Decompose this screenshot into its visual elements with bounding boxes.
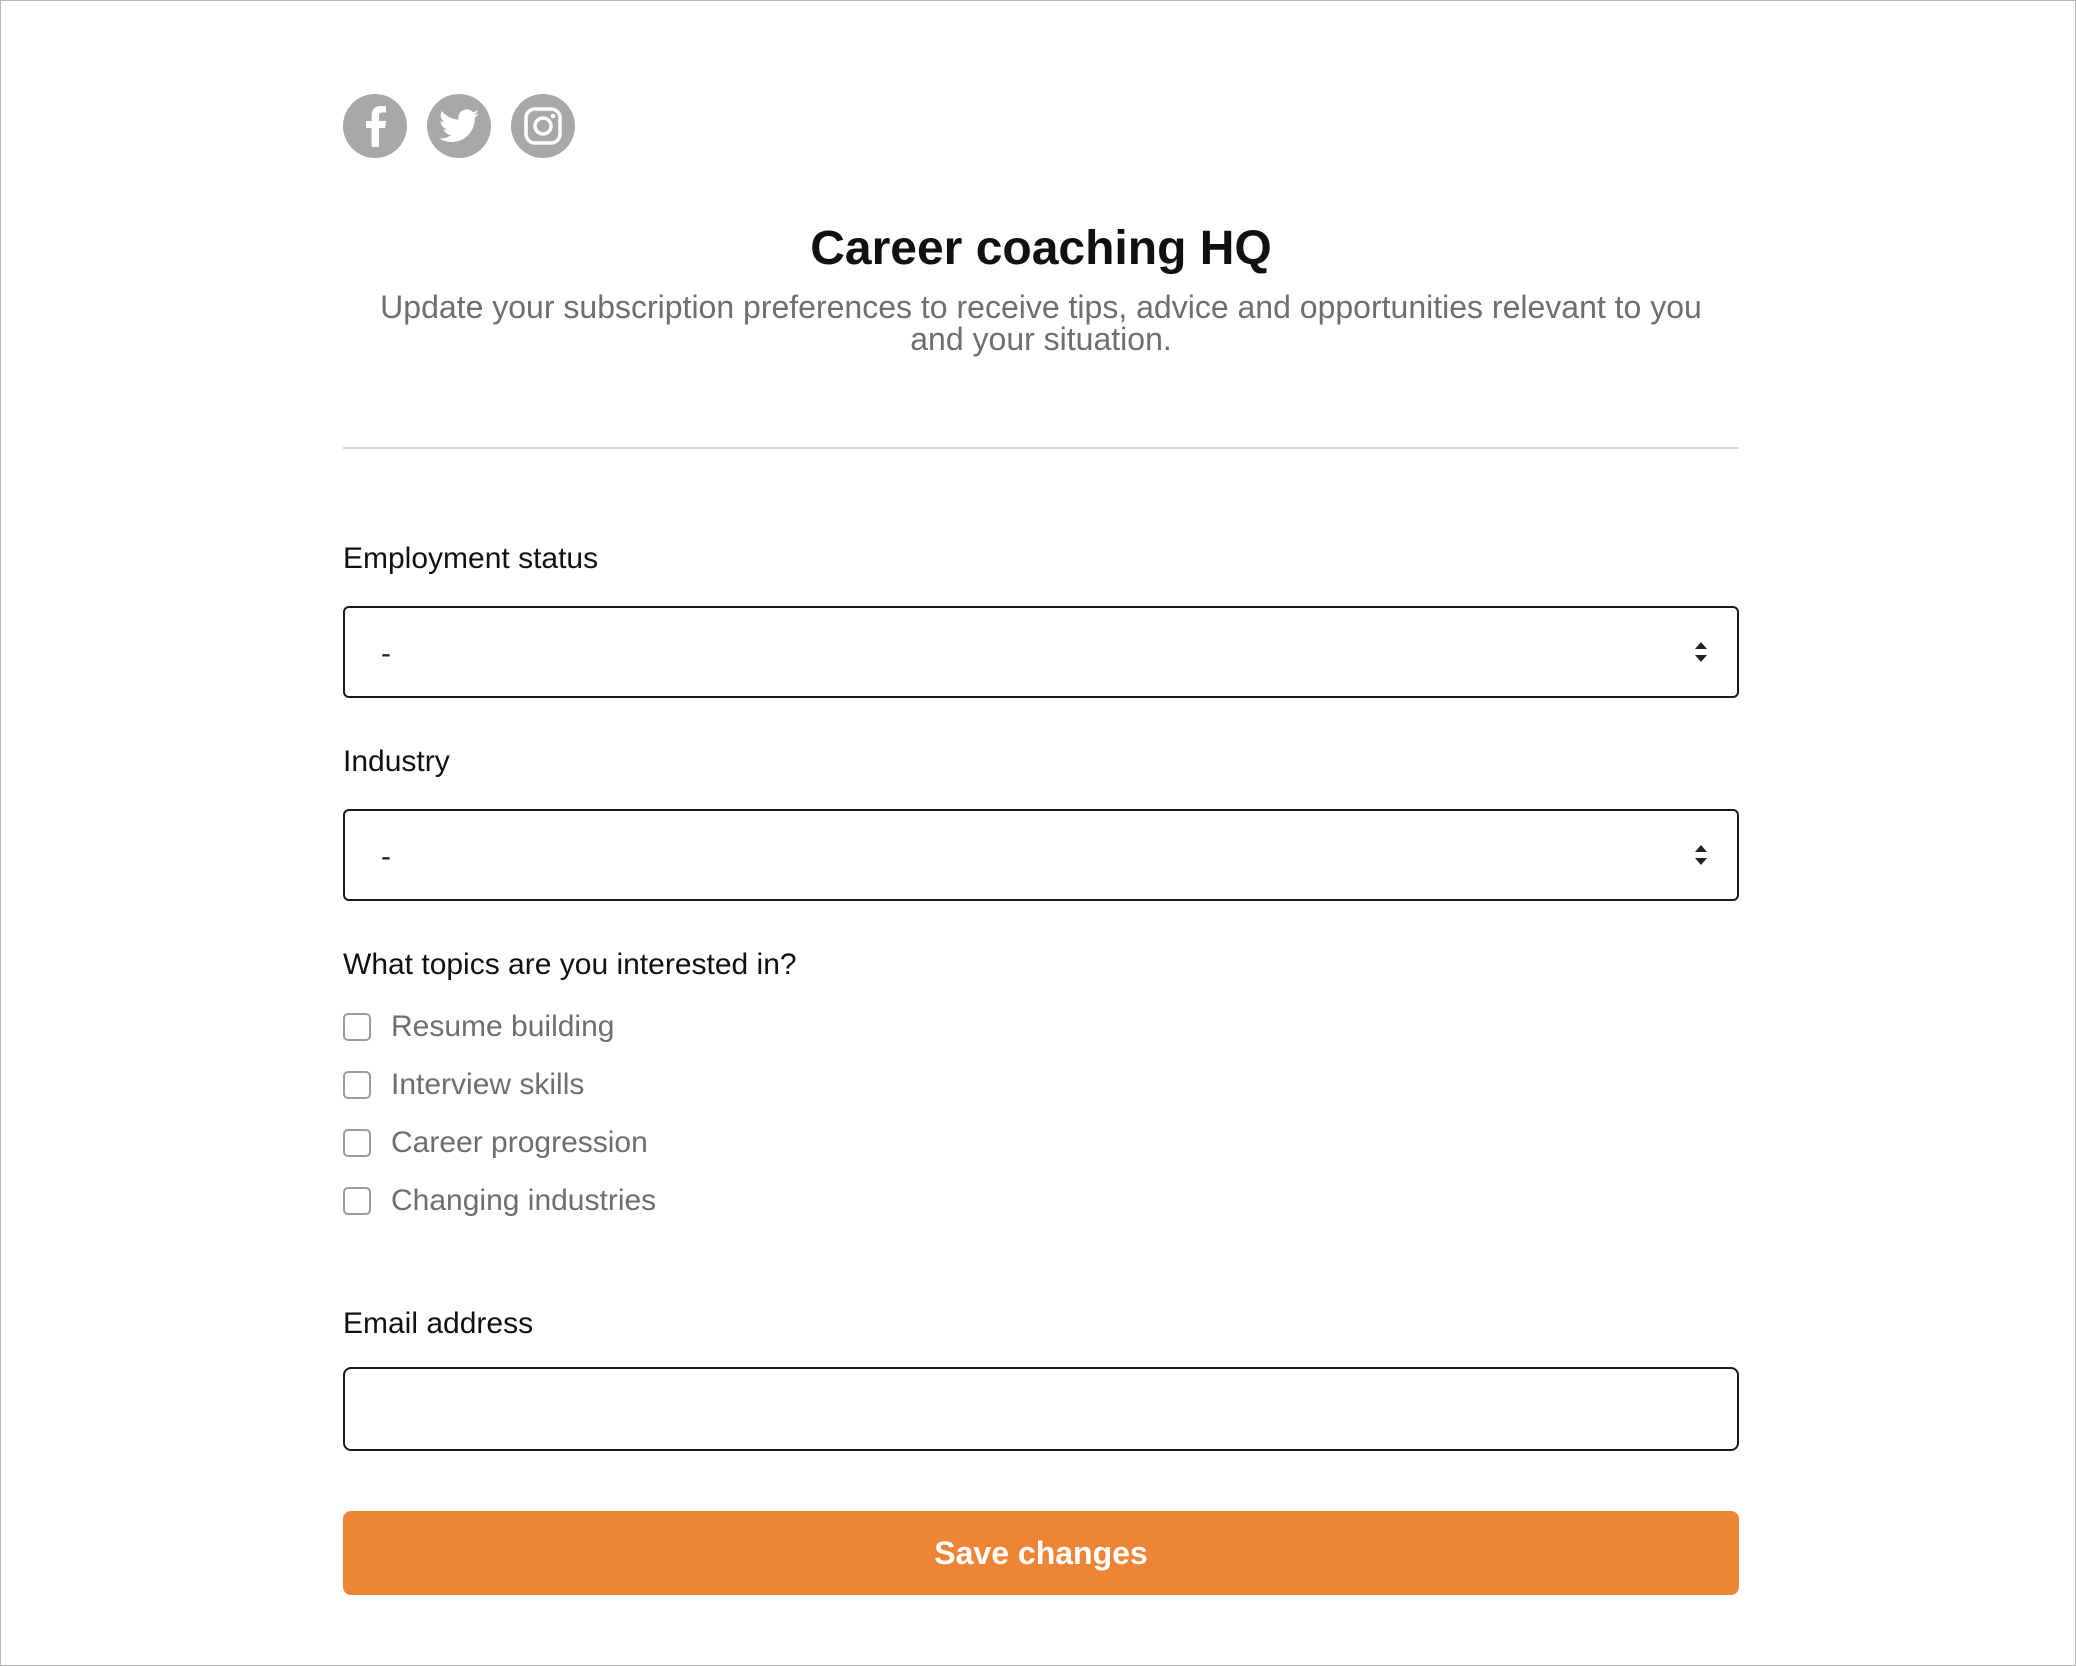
instagram-icon[interactable] (511, 94, 575, 158)
checkbox-label: Changing industries (391, 1184, 657, 1217)
industry-label: Industry (343, 745, 450, 778)
resume-building-checkbox[interactable] (343, 1013, 371, 1041)
page-subtitle: Update your subscription preferences to … (380, 289, 1702, 357)
twitter-icon[interactable] (427, 94, 491, 158)
employment-status-select[interactable]: - (343, 606, 1739, 698)
save-button[interactable]: Save changes (343, 1511, 1739, 1595)
facebook-icon[interactable] (343, 94, 407, 158)
industry-select[interactable]: - (343, 809, 1739, 901)
header-divider (343, 447, 1739, 449)
social-links (343, 94, 575, 158)
checkbox-label: Interview skills (391, 1068, 585, 1101)
topic-option-interview-skills[interactable]: Interview skills (343, 1067, 584, 1103)
topic-option-changing-industries[interactable]: Changing industries (343, 1183, 656, 1219)
topic-option-career-progression[interactable]: Career progression (343, 1125, 648, 1161)
email-field[interactable] (343, 1367, 1739, 1451)
changing-industries-checkbox[interactable] (343, 1187, 371, 1215)
select-arrows-icon (1693, 640, 1709, 669)
topics-label: What topics are you interested in? (343, 948, 797, 981)
industry-value: - (381, 840, 391, 873)
topic-option-resume-building[interactable]: Resume building (343, 1009, 614, 1045)
interview-skills-checkbox[interactable] (343, 1071, 371, 1099)
page-title: Career coaching HQ (810, 222, 1272, 275)
email-label: Email address (343, 1307, 534, 1340)
checkbox-label: Resume building (391, 1010, 615, 1043)
checkbox-label: Career progression (391, 1126, 648, 1159)
employment-status-label: Employment status (343, 542, 599, 575)
page-frame: Career coaching HQ Update your subscript… (0, 0, 2076, 1666)
employment-status-value: - (381, 637, 391, 670)
select-arrows-icon (1693, 843, 1709, 872)
career-progression-checkbox[interactable] (343, 1129, 371, 1157)
